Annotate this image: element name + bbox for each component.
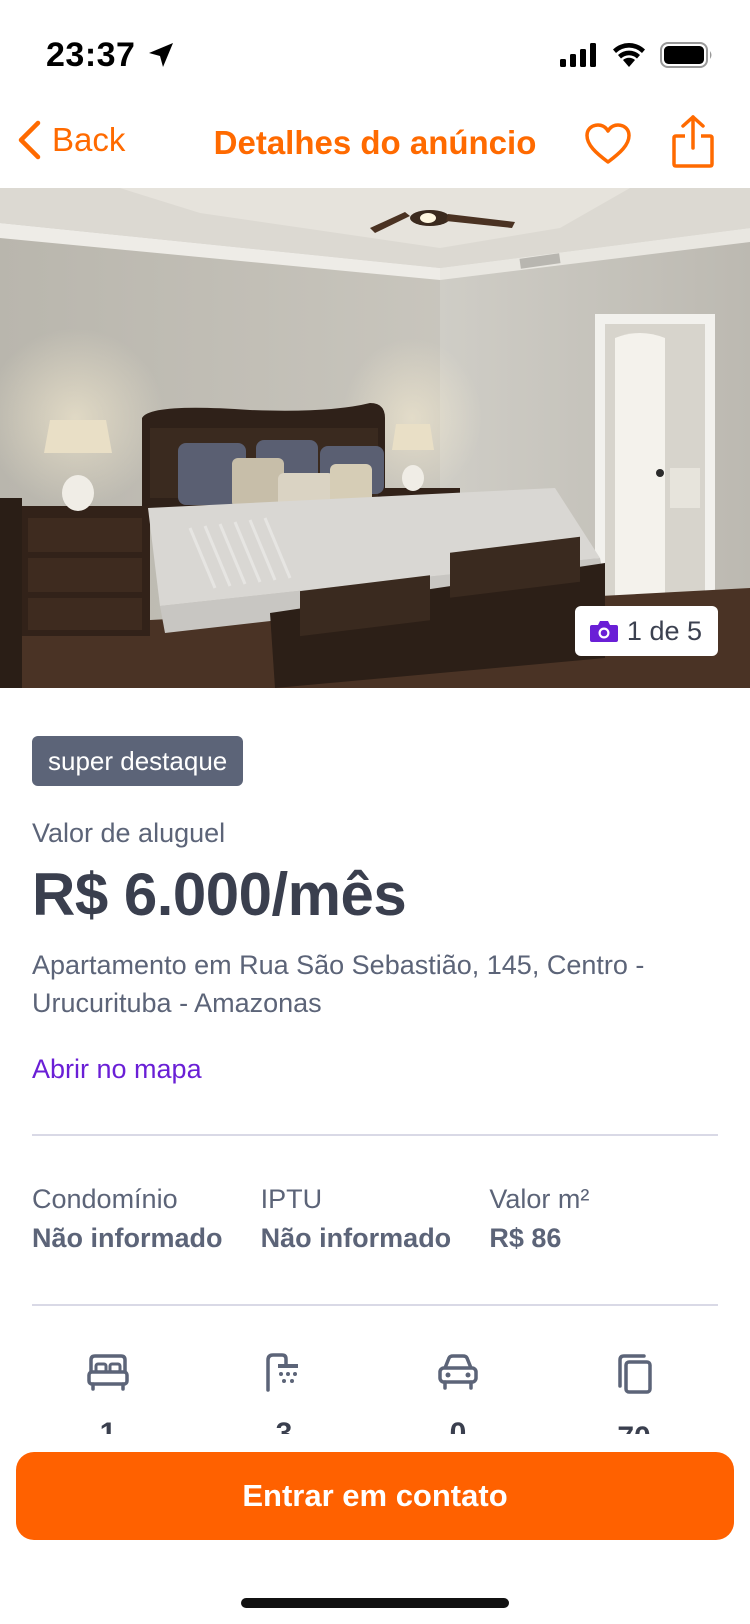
cost-value: R$ 86 [489,1223,562,1253]
feature-value: 70 [574,1421,694,1434]
battery-icon [660,42,712,68]
rent-price: R$ 6.000/mês [32,861,407,928]
status-icons [560,42,714,68]
cost-label: IPTU [260,1184,323,1214]
shower-icon [266,1353,298,1392]
status-badge: super destaque [32,736,244,786]
bed-icon [87,1354,129,1391]
rent-label: Valor de aluguel [32,818,226,848]
feature-value: 0 [449,1417,467,1434]
cost-label: Condomínio [32,1184,178,1214]
divider [32,1304,718,1306]
wifi-icon [613,43,645,67]
photo-counter[interactable]: 1 de 5 [574,606,718,656]
costs-row: Condomínio Não informado IPTU Não inform… [32,1184,718,1254]
photo-counter-text: 1 de 5 [626,615,702,646]
status-bar: 23:37 [0,0,750,110]
cellular-signal-icon [560,43,596,67]
feature-parking: 0 [398,1352,518,1434]
navigation-bar: Back Detalhes do anúncio [0,110,750,188]
cost-condominio: Condomínio Não informado [32,1184,261,1254]
feature-value: 3 [275,1417,293,1434]
status-time: 23:37 [46,36,136,74]
location-arrow-icon [149,43,173,67]
cost-value: Não informado [32,1223,223,1253]
feature-bathrooms: 3 [224,1352,344,1434]
cost-label: Valor m² [489,1184,590,1214]
contact-button[interactable]: Entrar em contato [16,1452,734,1540]
camera-icon [589,621,618,642]
share-icon[interactable] [670,114,716,170]
divider [32,1134,718,1136]
favorite-heart-icon[interactable] [584,122,632,166]
feature-area: 70 [574,1352,694,1434]
listing-photo[interactable]: 1 de 5 [0,188,750,688]
cost-iptu: IPTU Não informado [261,1184,490,1254]
cost-valor-m2: Valor m² R$ 86 [489,1184,718,1254]
feature-bedrooms: 1 [48,1352,168,1434]
features-row: 1 3 0 [32,1352,718,1434]
area-icon [618,1354,652,1394]
feature-value: 1 [99,1417,117,1434]
open-map-link[interactable]: Abrir no mapa [32,1054,202,1085]
page-title: Detalhes do anúncio [213,124,537,161]
home-indicator [241,1598,509,1608]
cost-value: Não informado [260,1223,452,1253]
car-icon [438,1354,478,1390]
listing-address: Apartamento em Rua São Sebastião, 145, C… [32,950,645,1018]
